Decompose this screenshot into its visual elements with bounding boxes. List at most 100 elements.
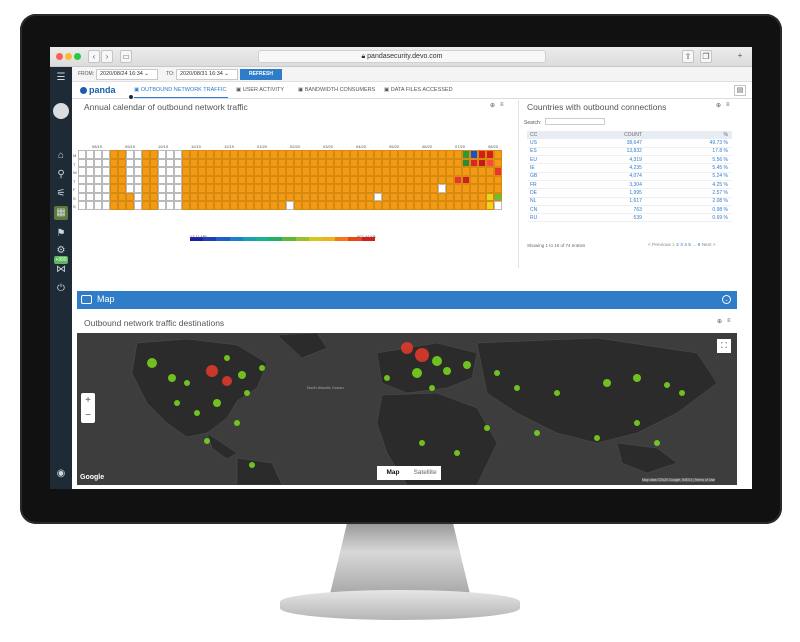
- calendar-day-cell[interactable]: [358, 158, 366, 167]
- calendar-day-cell[interactable]: [134, 167, 142, 176]
- calendar-day-cell[interactable]: [462, 167, 470, 176]
- calendar-day-cell[interactable]: [278, 167, 286, 176]
- calendar-day-cell[interactable]: [126, 201, 134, 210]
- calendar-day-cell[interactable]: [350, 192, 358, 201]
- calendar-day-cell[interactable]: [398, 150, 406, 159]
- calendar-day-cell[interactable]: [262, 175, 270, 184]
- calendar-day-cell[interactable]: [406, 167, 414, 176]
- table-row[interactable]: RU 539 0.69 %: [527, 213, 732, 223]
- calendar-day-cell[interactable]: [110, 158, 118, 167]
- calendar-day-cell[interactable]: [326, 201, 334, 210]
- traffic-map[interactable]: North Atlantic Ocean + − ⛶ Map Satellite…: [77, 333, 737, 485]
- calendar-day-cell[interactable]: [262, 167, 270, 176]
- traffic-hotspot[interactable]: [633, 374, 641, 382]
- calendar-day-cell[interactable]: [110, 175, 118, 184]
- refresh-button[interactable]: REFRESH: [240, 69, 282, 80]
- calendar-day-cell[interactable]: [366, 192, 374, 201]
- calendar-day-cell[interactable]: [318, 167, 326, 176]
- page-link-2[interactable]: 2: [676, 243, 679, 248]
- calendar-day-cell[interactable]: [350, 175, 358, 184]
- calendar-day-cell[interactable]: [278, 158, 286, 167]
- collapse-icon[interactable]: ⌄: [722, 295, 731, 304]
- next-page-link[interactable]: Next >: [702, 243, 716, 248]
- calendar-day-cell[interactable]: [326, 175, 334, 184]
- calendar-day-cell[interactable]: [390, 158, 398, 167]
- traffic-hotspot[interactable]: [634, 420, 640, 426]
- calendar-day-cell[interactable]: [470, 167, 478, 176]
- dashboard-icon[interactable]: ▤: [734, 85, 746, 96]
- calendar-day-cell[interactable]: [294, 184, 302, 193]
- calendar-day-cell[interactable]: [398, 201, 406, 210]
- table-row[interactable]: US 38,647 49.73 %: [527, 139, 732, 148]
- calendar-day-cell[interactable]: [278, 184, 286, 193]
- calendar-day-cell[interactable]: [78, 167, 86, 176]
- calendar-day-cell[interactable]: [214, 192, 222, 201]
- calendar-day-cell[interactable]: [422, 158, 430, 167]
- calendar-day-cell[interactable]: [310, 175, 318, 184]
- traffic-hotspot[interactable]: [184, 380, 190, 386]
- traffic-hotspot[interactable]: [194, 410, 200, 416]
- calendar-day-cell[interactable]: [302, 175, 310, 184]
- calendar-day-cell[interactable]: [166, 175, 174, 184]
- calendar-day-cell[interactable]: [398, 184, 406, 193]
- traffic-hotspot[interactable]: [244, 390, 250, 396]
- calendar-day-cell[interactable]: [446, 158, 454, 167]
- calendar-day-cell[interactable]: [78, 192, 86, 201]
- calendar-day-cell[interactable]: [406, 158, 414, 167]
- calendar-day-cell[interactable]: [94, 175, 102, 184]
- calendar-day-cell[interactable]: [126, 150, 134, 159]
- calendar-day-cell[interactable]: [246, 150, 254, 159]
- column-header-cc[interactable]: CC: [527, 131, 562, 139]
- calendar-day-cell[interactable]: [238, 192, 246, 201]
- calendar-day-cell[interactable]: [150, 158, 158, 167]
- calendar-day-cell[interactable]: [350, 201, 358, 210]
- calendar-day-cell[interactable]: [246, 201, 254, 210]
- calendar-day-cell[interactable]: [462, 175, 470, 184]
- calendar-day-cell[interactable]: [126, 175, 134, 184]
- calendar-day-cell[interactable]: [222, 158, 230, 167]
- calendar-day-cell[interactable]: [134, 175, 142, 184]
- calendar-day-cell[interactable]: [198, 175, 206, 184]
- calendar-day-cell[interactable]: [94, 192, 102, 201]
- power-icon[interactable]: ⏻: [54, 282, 68, 296]
- calendar-day-cell[interactable]: [94, 201, 102, 210]
- calendar-day-cell[interactable]: [206, 192, 214, 201]
- calendar-day-cell[interactable]: [334, 158, 342, 167]
- calendar-day-cell[interactable]: [118, 150, 126, 159]
- calendar-day-cell[interactable]: [158, 175, 166, 184]
- traffic-hotspot[interactable]: [484, 425, 490, 431]
- tab-data-files-accessed[interactable]: ▣ DATA FILES ACCESSED: [384, 87, 453, 93]
- calendar-day-cell[interactable]: [438, 192, 446, 201]
- tab-bandwidth-consumers[interactable]: ▣ BANDWIDTH CONSUMERS: [298, 87, 375, 93]
- calendar-day-cell[interactable]: [430, 150, 438, 159]
- calendar-day-cell[interactable]: [78, 184, 86, 193]
- calendar-day-cell[interactable]: [318, 150, 326, 159]
- calendar-day-cell[interactable]: [86, 167, 94, 176]
- calendar-day-cell[interactable]: [374, 150, 382, 159]
- calendar-day-cell[interactable]: [254, 158, 262, 167]
- calendar-day-cell[interactable]: [78, 158, 86, 167]
- calendar-day-cell[interactable]: [78, 150, 86, 159]
- calendar-day-cell[interactable]: [86, 201, 94, 210]
- traffic-hotspot[interactable]: [168, 374, 176, 382]
- calendar-day-cell[interactable]: [174, 184, 182, 193]
- calendar-day-cell[interactable]: [318, 175, 326, 184]
- calendar-day-cell[interactable]: [390, 201, 398, 210]
- calendar-day-cell[interactable]: [142, 167, 150, 176]
- calendar-day-cell[interactable]: [366, 167, 374, 176]
- calendar-day-cell[interactable]: [118, 167, 126, 176]
- share-nodes-icon[interactable]: ⋈: [54, 263, 68, 277]
- calendar-day-cell[interactable]: [390, 167, 398, 176]
- traffic-hotspot[interactable]: [419, 440, 425, 446]
- calendar-day-cell[interactable]: [366, 158, 374, 167]
- traffic-hotspot[interactable]: [412, 368, 422, 378]
- calendar-day-cell[interactable]: [390, 150, 398, 159]
- calendar-day-cell[interactable]: [142, 201, 150, 210]
- calendar-day-cell[interactable]: [382, 201, 390, 210]
- calendar-menu-icon[interactable]: ≡: [500, 102, 504, 108]
- calendar-day-cell[interactable]: [494, 150, 502, 159]
- calendar-day-cell[interactable]: [126, 184, 134, 193]
- calendar-day-cell[interactable]: [102, 201, 110, 210]
- calendar-day-cell[interactable]: [190, 175, 198, 184]
- calendar-day-cell[interactable]: [430, 175, 438, 184]
